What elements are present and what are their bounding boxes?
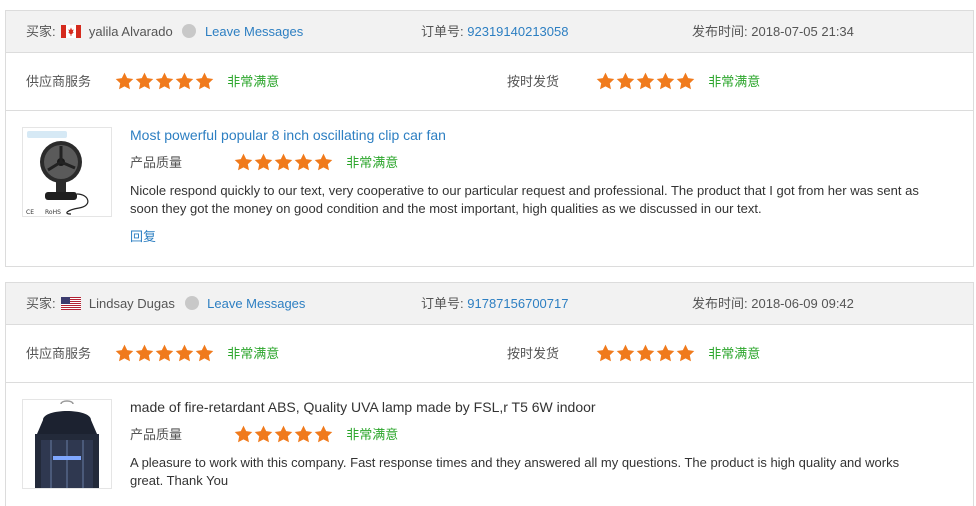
order-info: 订单号: 91787156700717 — [421, 283, 568, 324]
satisfaction-text: 非常满意 — [227, 74, 280, 89]
star-icon — [175, 72, 193, 90]
on-time-shipping-rating: 按时发货 非常满意 — [507, 53, 760, 110]
leave-messages-link[interactable]: Leave Messages — [207, 296, 305, 311]
ratings-row: 供应商服务 非常满意 按时发货 非常满意 — [6, 53, 973, 111]
time-value: 2018-06-09 09:42 — [751, 296, 854, 311]
product-thumbnail[interactable] — [22, 399, 112, 489]
star-rating — [234, 425, 334, 449]
star-icon — [656, 344, 674, 362]
car-fan-image: CE RoHS — [23, 128, 111, 216]
star-icon — [636, 72, 654, 90]
time-value: 2018-07-05 21:34 — [751, 24, 854, 39]
review-text: Nicole respond quickly to our text, very… — [130, 183, 919, 216]
product-quality-label: 产品质量 — [130, 155, 183, 170]
reply-link[interactable]: 回复 — [130, 226, 930, 245]
satisfaction-text: 非常满意 — [346, 155, 399, 170]
star-icon — [274, 425, 292, 443]
star-icon — [234, 425, 252, 443]
review-card: 买家: yalila Alvarado Leave Messages 订单号: … — [5, 10, 974, 267]
on-time-shipping-label: 按时发货 — [507, 74, 560, 89]
star-icon — [656, 72, 674, 90]
order-info: 订单号: 92319140213058 — [421, 11, 568, 52]
review-content: made of fire-retardant ABS, Quality UVA … — [130, 399, 930, 490]
product-title-link[interactable]: Most powerful popular 8 inch oscillating… — [130, 127, 930, 143]
star-rating — [596, 57, 696, 114]
on-time-shipping-label: 按时发货 — [507, 346, 560, 361]
buyer-name: Lindsay Dugas — [88, 296, 175, 311]
star-icon — [616, 72, 634, 90]
star-icon — [676, 72, 694, 90]
svg-text:RoHS: RoHS — [45, 209, 61, 216]
supplier-service-label: 供应商服务 — [26, 74, 92, 89]
buyer-label: 买家: — [26, 24, 56, 39]
review-card: 买家: Lindsay Dugas Leave Messages 订单号: 91… — [5, 282, 974, 506]
star-icon — [676, 344, 694, 362]
review-header: 买家: Lindsay Dugas Leave Messages 订单号: 91… — [6, 283, 973, 325]
leave-messages-link[interactable]: Leave Messages — [205, 24, 303, 39]
chat-icon[interactable] — [184, 296, 199, 310]
publish-time: 发布时间: 2018-06-09 09:42 — [692, 283, 854, 324]
supplier-service-rating: 供应商服务 非常满意 — [26, 325, 279, 382]
ratings-row: 供应商服务 非常满意 按时发货 非常满意 — [6, 325, 973, 383]
star-icon — [115, 72, 133, 90]
star-icon — [115, 344, 133, 362]
time-label: 发布时间: — [692, 24, 748, 39]
star-icon — [175, 344, 193, 362]
star-rating — [115, 57, 215, 114]
order-number-link[interactable]: 91787156700717 — [467, 296, 568, 311]
star-icon — [274, 153, 292, 171]
review-header: 买家: yalila Alvarado Leave Messages 订单号: … — [6, 11, 973, 53]
product-thumbnail[interactable]: CE RoHS — [22, 127, 112, 217]
product-quality-rating: 产品质量 非常满意 — [130, 425, 930, 445]
star-rating — [115, 329, 215, 386]
star-icon — [294, 153, 312, 171]
product-quality-rating: 产品质量 非常满意 — [130, 153, 930, 173]
usa-flag-icon — [61, 297, 82, 310]
on-time-shipping-rating: 按时发货 非常满意 — [507, 325, 760, 382]
chat-icon[interactable] — [182, 24, 197, 38]
buyer-info: 买家: yalila Alvarado Leave Messages — [26, 11, 303, 52]
star-icon — [195, 72, 213, 90]
cert-badges: CE — [26, 209, 34, 216]
satisfaction-text: 非常满意 — [708, 74, 761, 89]
star-rating — [596, 329, 696, 386]
star-icon — [254, 153, 272, 171]
order-number-link[interactable]: 92319140213058 — [467, 24, 568, 39]
review-content: Most powerful popular 8 inch oscillating… — [130, 127, 930, 245]
star-icon — [135, 344, 153, 362]
review-text: A pleasure to work with this company. Fa… — [130, 455, 900, 488]
satisfaction-text: 非常满意 — [708, 346, 761, 361]
supplier-service-rating: 供应商服务 非常满意 — [26, 53, 279, 110]
product-quality-label: 产品质量 — [130, 427, 183, 442]
satisfaction-text: 非常满意 — [227, 346, 280, 361]
star-icon — [254, 425, 272, 443]
star-icon — [294, 425, 312, 443]
buyer-info: 买家: Lindsay Dugas Leave Messages — [26, 283, 305, 324]
star-icon — [636, 344, 654, 362]
uv-lamp-image — [23, 400, 111, 488]
star-rating — [234, 153, 334, 177]
time-label: 发布时间: — [692, 296, 748, 311]
canada-flag-icon — [61, 25, 82, 38]
order-label: 订单号: — [421, 296, 464, 311]
star-icon — [616, 344, 634, 362]
star-icon — [314, 425, 332, 443]
satisfaction-text: 非常满意 — [346, 427, 399, 442]
star-icon — [234, 153, 252, 171]
publish-time: 发布时间: 2018-07-05 21:34 — [692, 11, 854, 52]
reviews-page: 买家: yalila Alvarado Leave Messages 订单号: … — [0, 0, 976, 506]
star-icon — [155, 344, 173, 362]
order-label: 订单号: — [421, 24, 464, 39]
star-icon — [195, 344, 213, 362]
star-icon — [155, 72, 173, 90]
star-icon — [314, 153, 332, 171]
supplier-service-label: 供应商服务 — [26, 346, 92, 361]
product-title: made of fire-retardant ABS, Quality UVA … — [130, 399, 596, 415]
buyer-label: 买家: — [26, 296, 56, 311]
star-icon — [596, 72, 614, 90]
buyer-name: yalila Alvarado — [88, 24, 173, 39]
star-icon — [135, 72, 153, 90]
star-icon — [596, 344, 614, 362]
